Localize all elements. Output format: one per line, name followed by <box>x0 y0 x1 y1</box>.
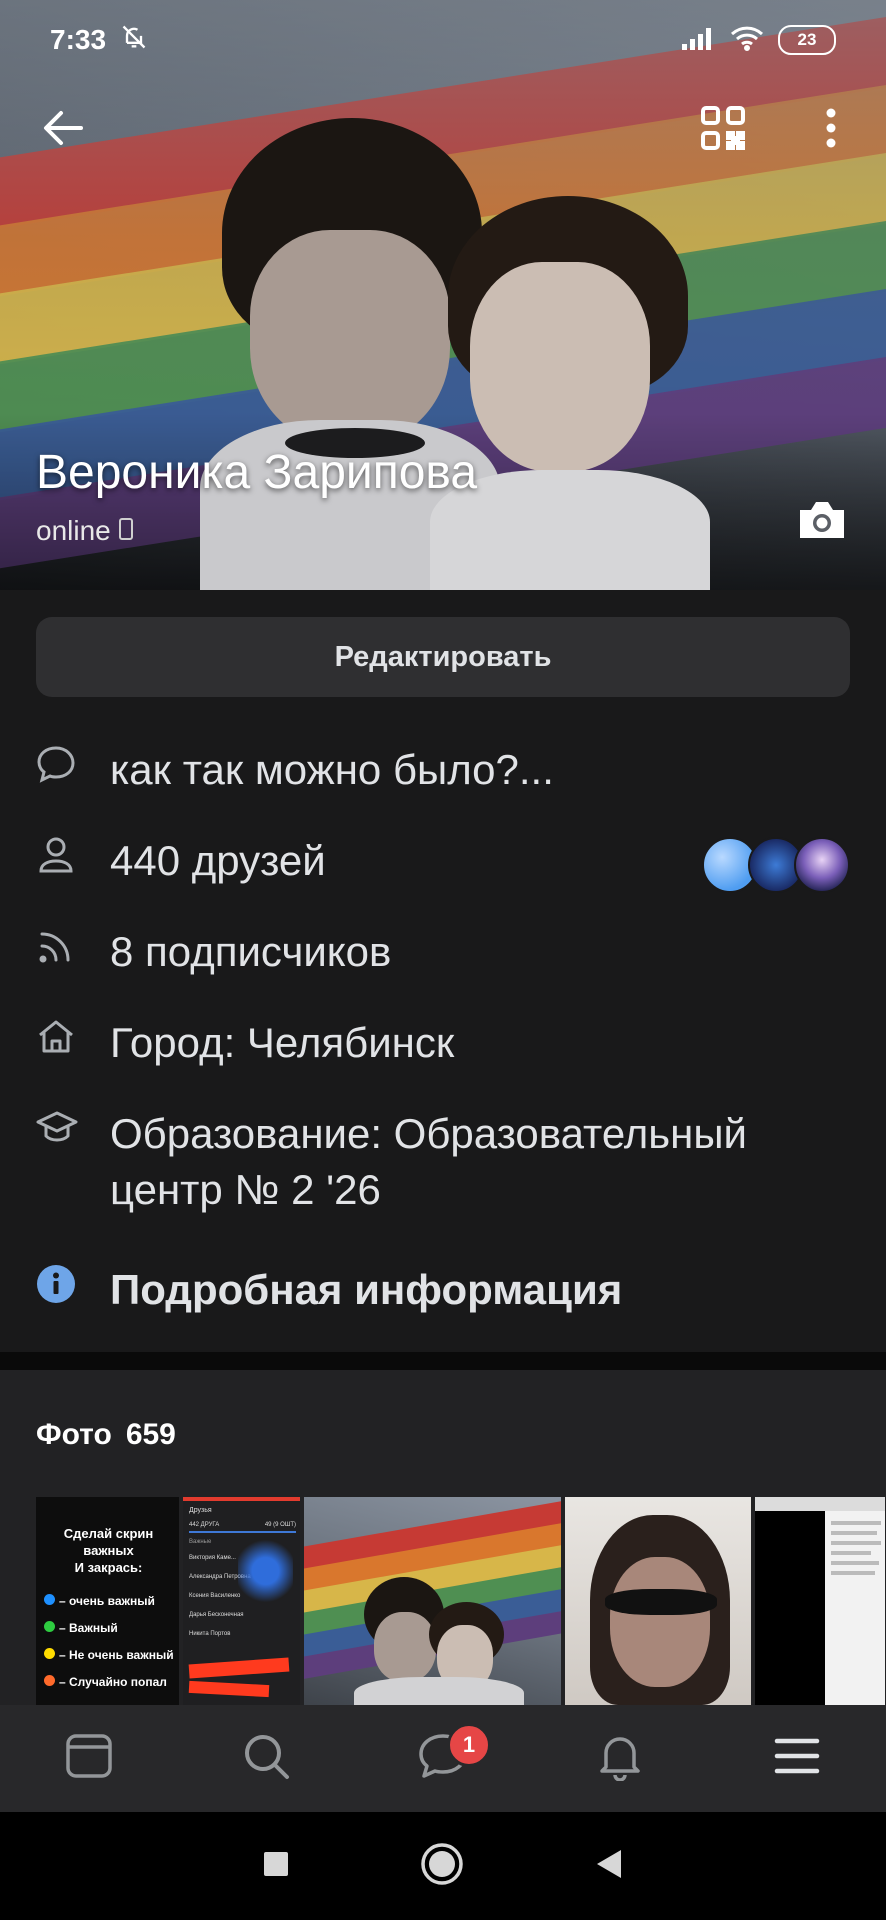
home-button[interactable] <box>420 1842 464 1891</box>
mobile-device-icon <box>118 515 133 547</box>
meme-title-line3: И закрась: <box>74 1560 143 1575</box>
photos-header[interactable]: Фото 659 <box>36 1418 176 1452</box>
meme-item2: – Важный <box>59 1621 118 1635</box>
photo-thumbnail[interactable] <box>304 1497 561 1705</box>
qr-code-button[interactable] <box>688 95 758 165</box>
back-button[interactable] <box>28 95 98 165</box>
screenshot-friend: Дарья Бесконечная <box>189 1612 244 1618</box>
system-navigation <box>0 1812 886 1920</box>
qr-code-icon <box>700 105 746 156</box>
meme-item1: – очень важный <box>59 1594 155 1608</box>
camera-icon <box>796 502 848 546</box>
status-text: как так можно было?... <box>110 746 554 793</box>
meme-title-line2: важных <box>83 1543 134 1558</box>
photo-thumbnail[interactable]: Друзья 442 ДРУГА 49 (9 ОШТ) Важные Викто… <box>183 1497 300 1705</box>
messages-badge: 1 <box>446 1722 491 1767</box>
section-divider <box>0 1352 886 1370</box>
signal-icon <box>682 26 716 55</box>
meme-item4: – Случайно попал <box>59 1675 167 1689</box>
change-cover-button[interactable] <box>796 498 848 544</box>
photo-thumbnail[interactable]: Сделай скрин важных И закрась: – очень в… <box>36 1497 179 1705</box>
photo-thumbnail[interactable] <box>755 1497 885 1705</box>
education-text-line1: Образование: Образовательный <box>110 1110 748 1157</box>
profile-cover: 7:33 23 Вероника Зарипова online <box>0 0 886 590</box>
info-icon <box>36 1264 76 1309</box>
screenshot-tab: 442 ДРУГА <box>189 1522 220 1528</box>
profile-info: Редактировать как так можно было?... 440… <box>0 590 886 1352</box>
back-arrow-icon <box>41 110 85 151</box>
nav-notifications[interactable] <box>570 1719 670 1799</box>
education-row: Образование: Образовательный центр № 2 '… <box>36 1106 850 1218</box>
photos-section: Фото 659 Сделай скрин важных И закрась: … <box>0 1370 886 1705</box>
graduation-cap-icon <box>36 1108 78 1153</box>
more-vertical-icon <box>825 108 837 153</box>
photos-title: Фото <box>36 1418 112 1451</box>
wifi-icon <box>730 25 764 56</box>
status-bar: 7:33 23 <box>0 0 886 80</box>
friends-row[interactable]: 440 друзей <box>36 833 850 893</box>
avatar <box>794 837 850 893</box>
screenshot-subtab: 49 (9 ОШТ) <box>264 1522 296 1528</box>
photos-strip: Сделай скрин важных И закрась: – очень в… <box>36 1497 886 1705</box>
back-nav-button[interactable] <box>594 1848 624 1885</box>
nav-messages[interactable]: 1 <box>393 1719 493 1799</box>
nav-feed[interactable] <box>39 1719 139 1799</box>
screenshot-friend: Никита Портов <box>189 1631 231 1637</box>
details-link: Подробная информация <box>110 1266 623 1313</box>
online-status-text: online <box>36 515 111 546</box>
friends-count: 440 друзей <box>110 837 326 884</box>
speech-bubble-icon <box>36 744 76 789</box>
followers-row[interactable]: 8 подписчиков <box>36 924 850 980</box>
menu-icon <box>774 1737 820 1780</box>
online-status: online <box>36 515 133 547</box>
meme-item3: – Не очень важный <box>59 1648 174 1662</box>
bell-off-icon <box>120 23 148 58</box>
city-text: Город: Челябинск <box>110 1019 455 1066</box>
nav-search[interactable] <box>216 1719 316 1799</box>
clock: 7:33 <box>50 24 107 55</box>
screenshot-header: Друзья <box>189 1507 212 1514</box>
more-button[interactable] <box>796 95 866 165</box>
city-row: Город: Челябинск <box>36 1015 850 1071</box>
details-row[interactable]: Подробная информация <box>36 1262 850 1318</box>
status-row[interactable]: как так можно было?... <box>36 742 850 798</box>
bell-icon <box>597 1731 643 1786</box>
home-icon <box>36 1017 76 1062</box>
meme-title-line1: Сделай скрин <box>63 1526 154 1541</box>
search-icon <box>242 1732 290 1785</box>
photos-count: 659 <box>125 1418 176 1451</box>
nav-menu[interactable] <box>747 1719 847 1799</box>
bottom-navigation: 1 <box>0 1705 886 1812</box>
person-icon <box>36 835 76 880</box>
edit-profile-button[interactable]: Редактировать <box>36 617 850 697</box>
friends-avatars[interactable] <box>702 837 850 893</box>
profile-name: Вероника Зарипова <box>36 446 478 499</box>
followers-count: 8 подписчиков <box>110 928 392 975</box>
battery-indicator: 23 <box>778 25 836 55</box>
photo-thumbnail[interactable] <box>565 1497 751 1705</box>
education-text-line2: центр № 2 '26 <box>110 1166 381 1213</box>
recents-button[interactable] <box>262 1850 290 1883</box>
feed-icon <box>65 1733 113 1784</box>
rss-icon <box>36 926 76 971</box>
